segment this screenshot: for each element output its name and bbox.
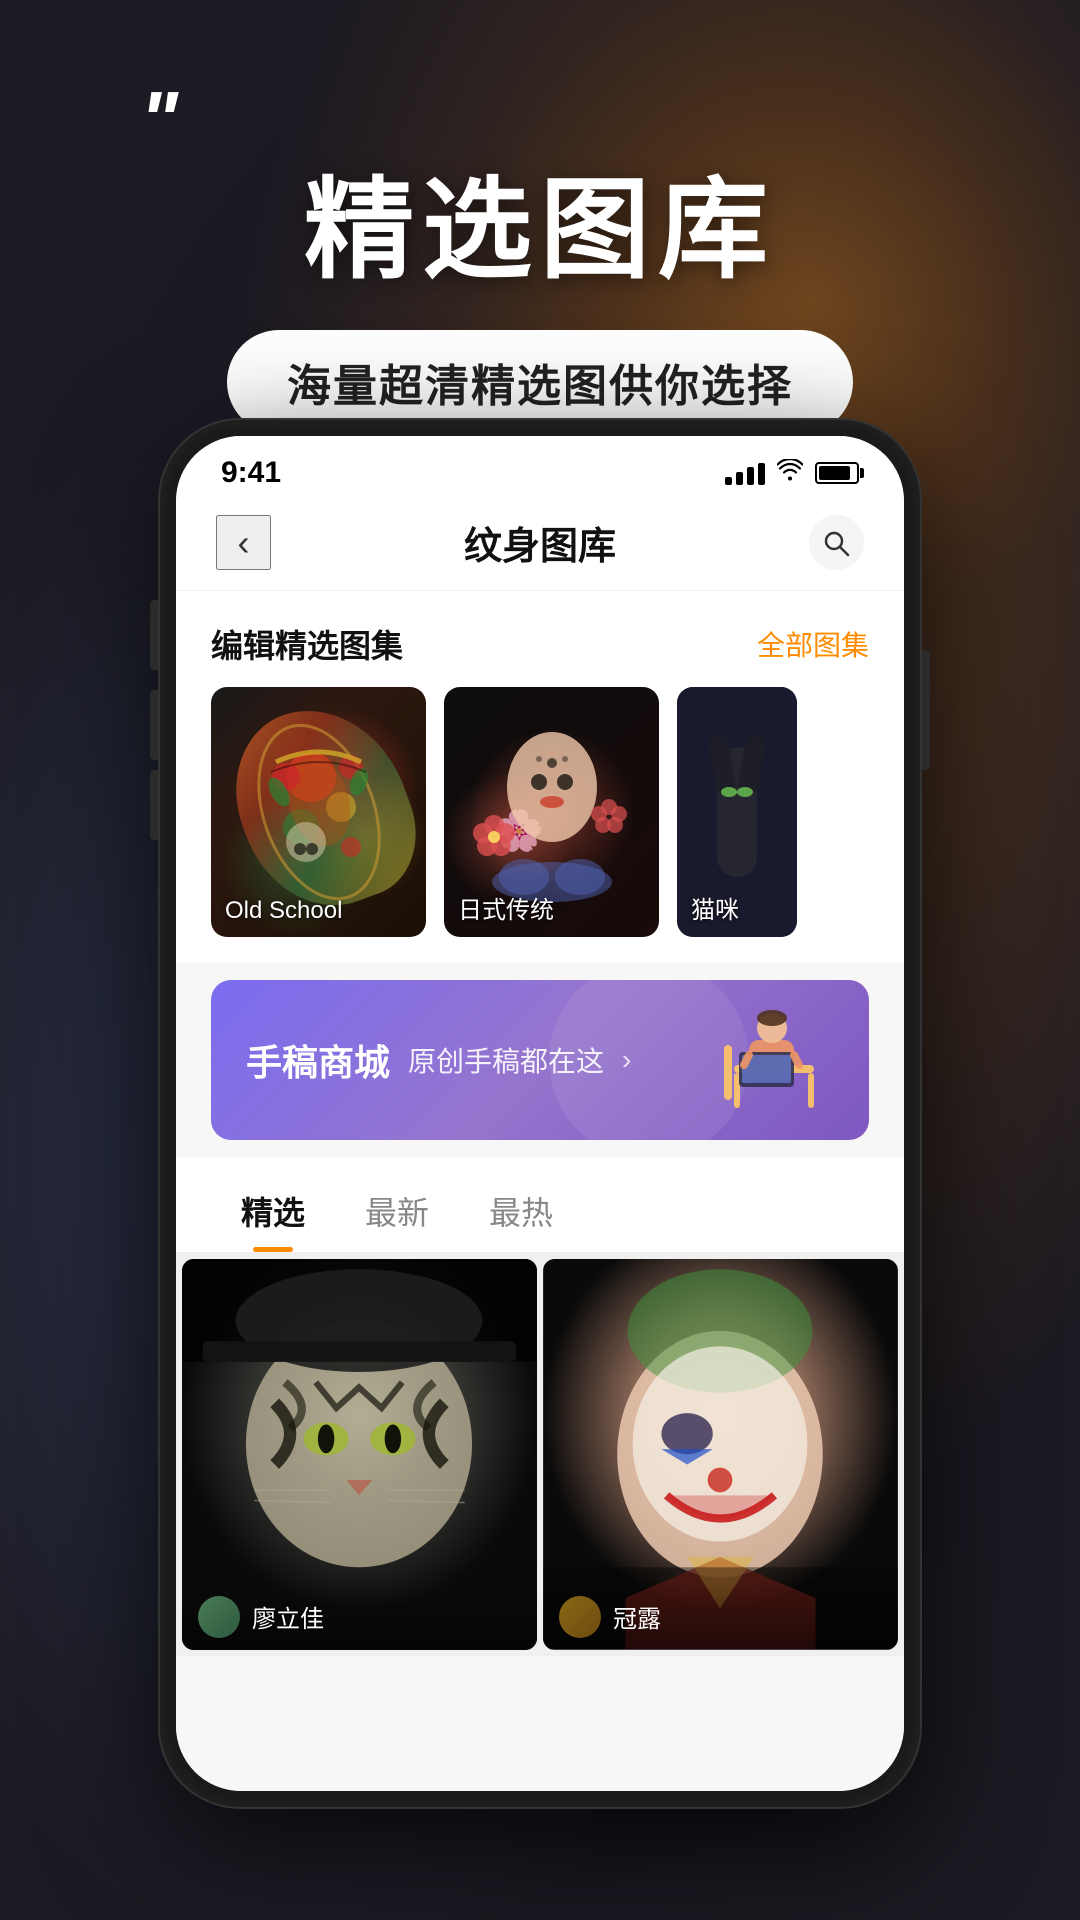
tab-newest[interactable]: 最新 — [335, 1178, 459, 1252]
card-japanese-label: 日式传统 — [458, 890, 554, 925]
battery-fill — [819, 466, 850, 480]
tabs-bar: 精选 最新 最热 — [176, 1158, 904, 1253]
content-area: 编辑精选图集 全部图集 — [176, 591, 904, 1791]
gallery-card-japanese[interactable]: 日式传统 — [444, 687, 659, 937]
avatar-joker-author — [559, 1596, 601, 1638]
author-name-joker: 冠露 — [613, 1599, 661, 1634]
photo-grid: 廖立佳 — [176, 1253, 904, 1656]
photo-card-joker[interactable]: 冠露 — [543, 1259, 898, 1650]
tab-hottest[interactable]: 最热 — [459, 1178, 583, 1252]
photo-footer-joker: 冠露 — [543, 1584, 898, 1650]
header-promo: " 精选图库 海量超清精选图供你选择 — [0, 80, 1080, 434]
nav-title: 纹身图库 — [464, 515, 616, 570]
battery-icon — [815, 462, 859, 484]
gallery-card-old-school[interactable]: Old School — [211, 687, 426, 937]
signal-icon — [725, 461, 765, 485]
photo-card-tiger[interactable]: 廖立佳 — [182, 1259, 537, 1650]
person-illustration — [714, 1010, 834, 1110]
card-cat-label: 猫咪 — [691, 890, 739, 925]
banner-illustration — [714, 1010, 834, 1110]
promo-title: 精选图库 — [0, 140, 1080, 300]
wifi-icon — [777, 459, 803, 487]
status-icons — [725, 459, 859, 487]
back-button[interactable]: ‹ — [216, 515, 271, 570]
banner-main-text: 手稿商城 — [246, 1034, 390, 1086]
phone-screen: 9:41 — [176, 436, 904, 1791]
gallery-scroll: Old School — [176, 687, 904, 962]
promo-subtitle: 海量超清精选图供你选择 — [227, 330, 853, 434]
banner-arrow-icon: › — [622, 1044, 631, 1076]
status-time: 9:41 — [221, 456, 281, 490]
gallery-card-cat[interactable]: 猫咪 — [677, 687, 797, 937]
card-old-school-label: Old School — [225, 897, 342, 925]
editor-section-title: 编辑精选图集 — [211, 621, 403, 667]
banner-text: 手稿商城 原创手稿都在这 › — [246, 1034, 631, 1086]
phone-mockup: 9:41 — [160, 420, 920, 1807]
editor-section-header: 编辑精选图集 全部图集 — [176, 591, 904, 687]
promo-banner[interactable]: 手稿商城 原创手稿都在这 › — [211, 980, 869, 1140]
status-bar: 9:41 — [176, 436, 904, 500]
all-albums-link[interactable]: 全部图集 — [757, 624, 869, 664]
banner-sub-text: 原创手稿都在这 — [408, 1040, 604, 1080]
phone-outer: 9:41 — [160, 420, 920, 1807]
avatar-tiger-author — [198, 1596, 240, 1638]
author-name-tiger: 廖立佳 — [252, 1599, 324, 1634]
nav-bar: ‹ 纹身图库 — [176, 500, 904, 591]
search-button[interactable] — [809, 515, 864, 570]
photo-footer-tiger: 廖立佳 — [182, 1584, 537, 1650]
tab-featured[interactable]: 精选 — [211, 1178, 335, 1252]
